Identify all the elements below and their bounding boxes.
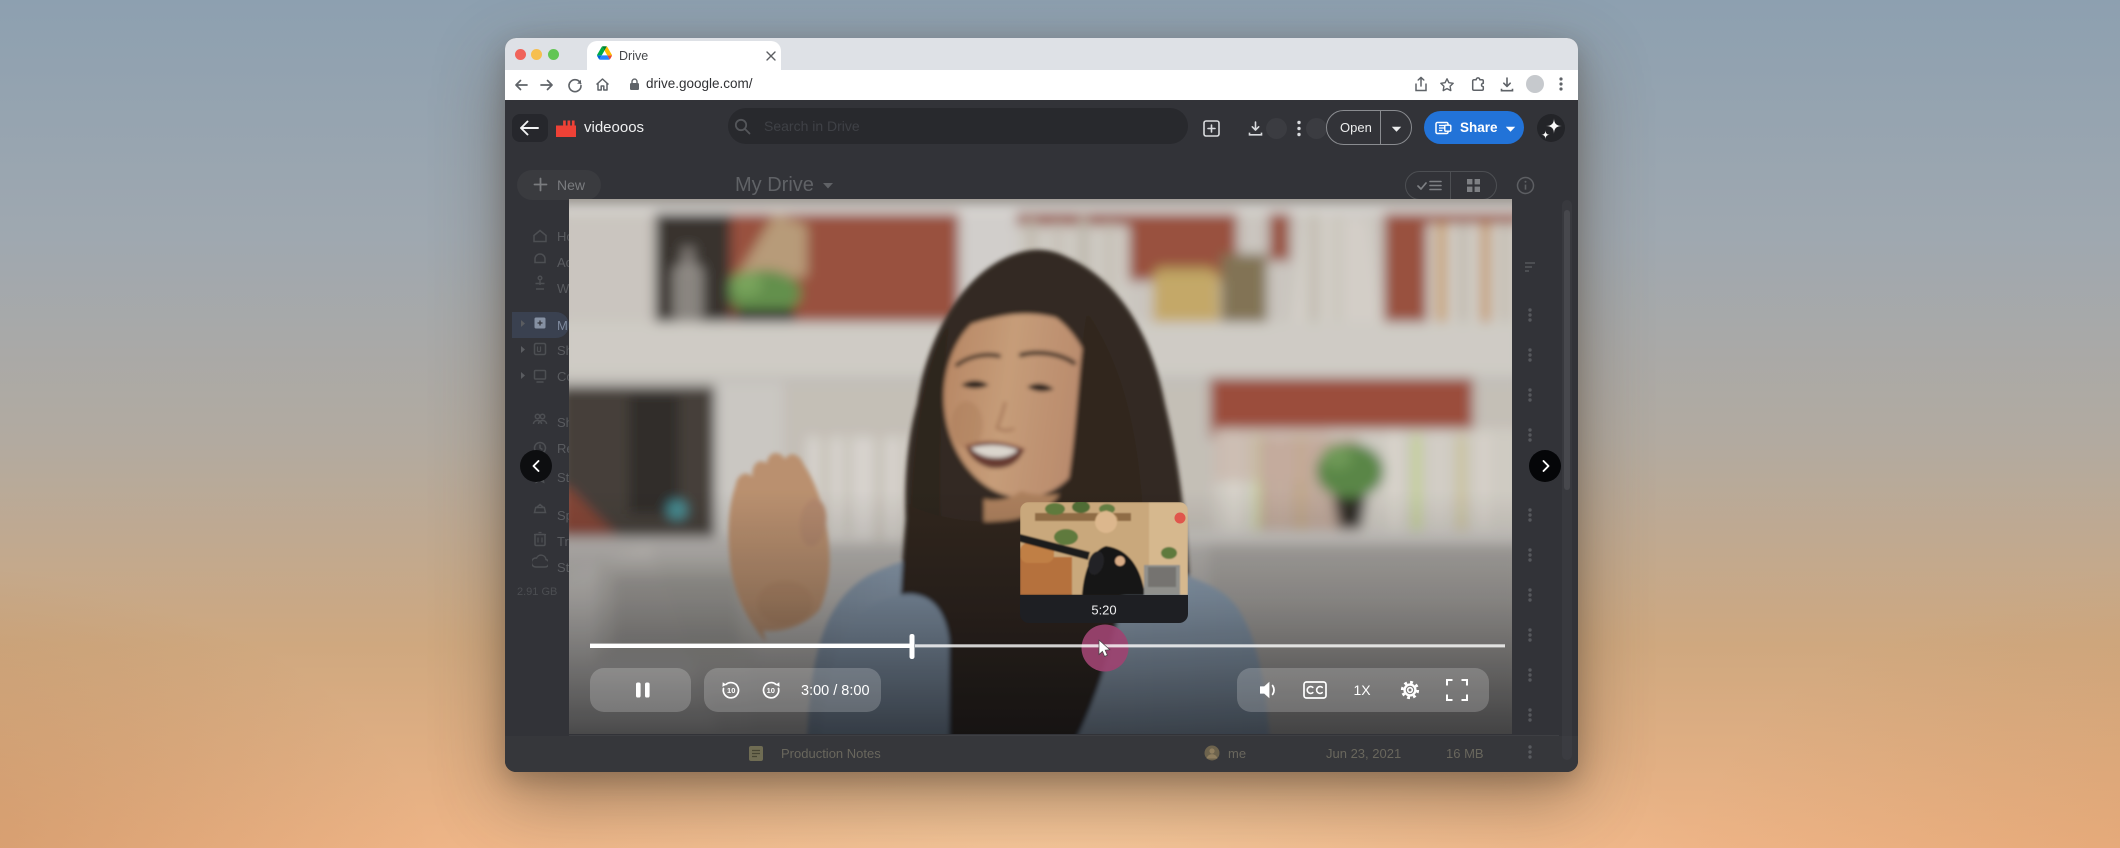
svg-text:5:20: 5:20	[1091, 603, 1116, 618]
svg-text:1X: 1X	[1353, 682, 1371, 698]
svg-text:3:00 / 8:00: 3:00 / 8:00	[801, 683, 870, 699]
svg-text:10: 10	[727, 686, 735, 695]
svg-text:10: 10	[767, 686, 775, 695]
